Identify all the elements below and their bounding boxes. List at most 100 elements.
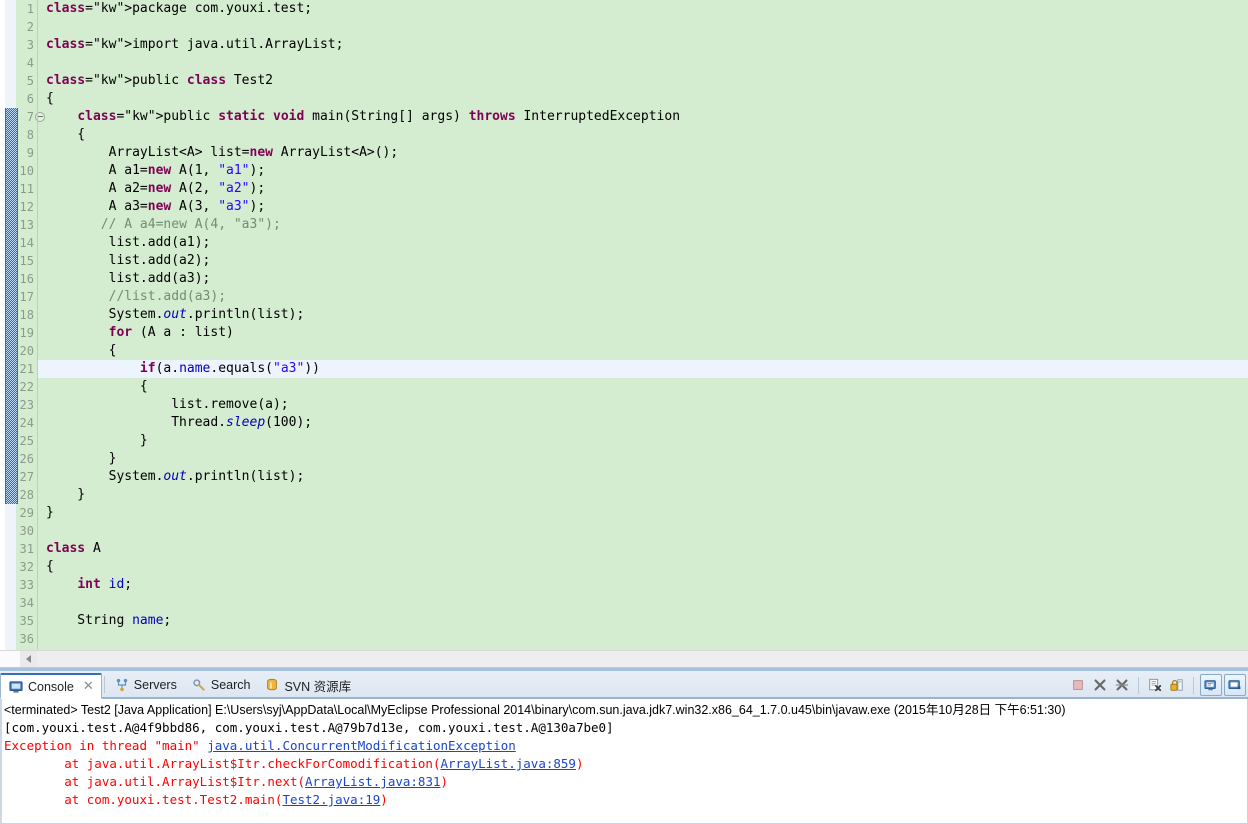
- line-number: 28: [19, 488, 34, 502]
- code-line[interactable]: list.remove(a);: [38, 396, 1248, 414]
- line-number: 4: [26, 56, 34, 70]
- remove-launch-button[interactable]: [1090, 675, 1110, 695]
- remove-all-launches-button[interactable]: [1112, 675, 1132, 695]
- console-error-text: ): [575, 756, 584, 771]
- code-line[interactable]: class="kw">import java.util.ArrayList;: [38, 36, 1248, 54]
- code-line[interactable]: class="kw">public class Test2: [38, 72, 1248, 90]
- console-error-text: Exception in thread "main": [4, 738, 208, 753]
- clear-console-button[interactable]: [1145, 675, 1165, 695]
- svn-repository-icon: [265, 678, 279, 692]
- code-area[interactable]: class="kw">package com.youxi.test; class…: [38, 0, 1248, 650]
- code-line[interactable]: list.add(a1);: [38, 234, 1248, 252]
- line-number: 16: [19, 272, 34, 286]
- line-number: 29: [19, 506, 34, 520]
- code-line[interactable]: [38, 522, 1248, 540]
- code-line[interactable]: if(a.name.equals("a3")): [38, 360, 1248, 378]
- code-line[interactable]: {: [38, 558, 1248, 576]
- line-number: 19: [19, 326, 34, 340]
- console-launch-header: <terminated> Test2 [Java Application] E:…: [4, 703, 1066, 717]
- code-line[interactable]: list.add(a2);: [38, 252, 1248, 270]
- line-number: 5: [26, 74, 34, 88]
- tab-label: SVN 资源库: [284, 679, 352, 694]
- line-number: 30: [19, 524, 34, 538]
- code-line[interactable]: System.out.println(list);: [38, 306, 1248, 324]
- editor-horizontal-scrollbar[interactable]: [0, 650, 1248, 667]
- clear-console-icon: [1148, 678, 1162, 692]
- console-view-toolbar: [1068, 672, 1248, 698]
- servers-icon: [115, 678, 129, 692]
- line-number: 33: [19, 578, 34, 592]
- code-line[interactable]: class="kw">public static void main(Strin…: [38, 108, 1248, 126]
- code-line[interactable]: for (A a : list): [38, 324, 1248, 342]
- tab-separator: [103, 676, 105, 693]
- code-line[interactable]: {: [38, 378, 1248, 396]
- editor-change-bar: [5, 0, 18, 650]
- code-line[interactable]: }: [38, 432, 1248, 450]
- scrollbar-track[interactable]: [37, 651, 1248, 667]
- editor-body[interactable]: 1 2 3 4 5 6 7 8 9 10 11 12 13 14 15 16 17 18 19 20 21 22 23 24 2…: [0, 0, 1248, 650]
- code-line[interactable]: Thread.sleep(100);: [38, 414, 1248, 432]
- line-number: 7: [16, 108, 45, 126]
- console-stack-link[interactable]: Test2.java:19: [282, 792, 380, 807]
- console-stack-link[interactable]: ArrayList.java:859: [441, 756, 576, 771]
- line-number: 2: [26, 20, 34, 34]
- code-line[interactable]: [38, 54, 1248, 72]
- code-line[interactable]: [38, 630, 1248, 648]
- code-line[interactable]: int id;: [38, 576, 1248, 594]
- show-console-button[interactable]: [1200, 674, 1222, 696]
- code-line[interactable]: }: [38, 486, 1248, 504]
- code-line[interactable]: class="kw">package com.youxi.test;: [38, 0, 1248, 18]
- code-fold-collapse-icon[interactable]: [35, 112, 45, 122]
- tab-servers[interactable]: Servers: [107, 672, 184, 698]
- code-line[interactable]: }: [38, 450, 1248, 468]
- line-number: 9: [26, 146, 34, 160]
- code-line[interactable]: A a2=new A(2, "a2");: [38, 180, 1248, 198]
- console-output[interactable]: <terminated> Test2 [Java Application] E:…: [0, 699, 1248, 824]
- code-line[interactable]: //list.add(a3);: [38, 288, 1248, 306]
- code-line[interactable]: // A a4=new A(4, "a3");: [38, 216, 1248, 234]
- line-number: 36: [19, 632, 34, 646]
- close-icon[interactable]: ✕: [83, 680, 94, 693]
- code-line[interactable]: [38, 594, 1248, 612]
- line-number: 13: [19, 218, 34, 232]
- console-stack-link[interactable]: ArrayList.java:831: [305, 774, 440, 789]
- scroll-left-arrow-icon[interactable]: [20, 651, 37, 667]
- console-error-text: at java.util.ArrayList$Itr.next(: [4, 774, 306, 789]
- display-console-icon: [1204, 678, 1218, 692]
- code-line[interactable]: class A: [38, 540, 1248, 558]
- code-line[interactable]: {: [38, 342, 1248, 360]
- java-editor: 1 2 3 4 5 6 7 8 9 10 11 12 13 14 15 16 17 18 19 20 21 22 23 24 2…: [0, 0, 1248, 668]
- code-line[interactable]: System.out.println(list);: [38, 468, 1248, 486]
- line-number: 6: [26, 92, 34, 106]
- console-error-text: ): [380, 792, 388, 807]
- code-line[interactable]: {: [38, 90, 1248, 108]
- panel-tab-bar: Console ✕ Servers Search SVN 资源库: [0, 671, 1248, 699]
- eclipse-ide-window: 1 2 3 4 5 6 7 8 9 10 11 12 13 14 15 16 17 18 19 20 21 22 23 24 2…: [0, 0, 1248, 824]
- code-line[interactable]: ArrayList<A> list=new ArrayList<A>();: [38, 144, 1248, 162]
- code-line[interactable]: A a1=new A(1, "a1");: [38, 162, 1248, 180]
- scroll-lock-button[interactable]: [1167, 675, 1187, 695]
- bottom-panel: Console ✕ Servers Search SVN 资源库 <terminated…: [0, 668, 1248, 824]
- line-number: 24: [19, 416, 34, 430]
- line-number: 3: [26, 38, 34, 52]
- console-stack-link[interactable]: java.util.ConcurrentModificationExceptio…: [207, 738, 516, 753]
- tab-search[interactable]: Search: [184, 672, 258, 698]
- tab-label: Console: [28, 679, 74, 694]
- remove-x-icon: [1093, 678, 1107, 692]
- code-line[interactable]: list.add(a3);: [38, 270, 1248, 288]
- line-number: 18: [19, 308, 34, 322]
- console-line: at java.util.ArrayList$Itr.next(ArrayLis…: [4, 773, 1247, 791]
- tab-svn-资源库[interactable]: SVN 资源库: [257, 672, 358, 698]
- code-line[interactable]: A a3=new A(3, "a3");: [38, 198, 1248, 216]
- code-line[interactable]: [38, 18, 1248, 36]
- terminate-button[interactable]: [1068, 675, 1088, 695]
- line-number: 17: [19, 290, 34, 304]
- code-line[interactable]: }: [38, 504, 1248, 522]
- tab-console[interactable]: Console ✕: [0, 673, 102, 699]
- console-monitor-icon: [9, 680, 23, 694]
- code-line[interactable]: String name;: [38, 612, 1248, 630]
- code-line[interactable]: {: [38, 126, 1248, 144]
- pin-console-button[interactable]: [1224, 674, 1246, 696]
- line-number: 12: [19, 200, 34, 214]
- line-number: 11: [19, 182, 34, 196]
